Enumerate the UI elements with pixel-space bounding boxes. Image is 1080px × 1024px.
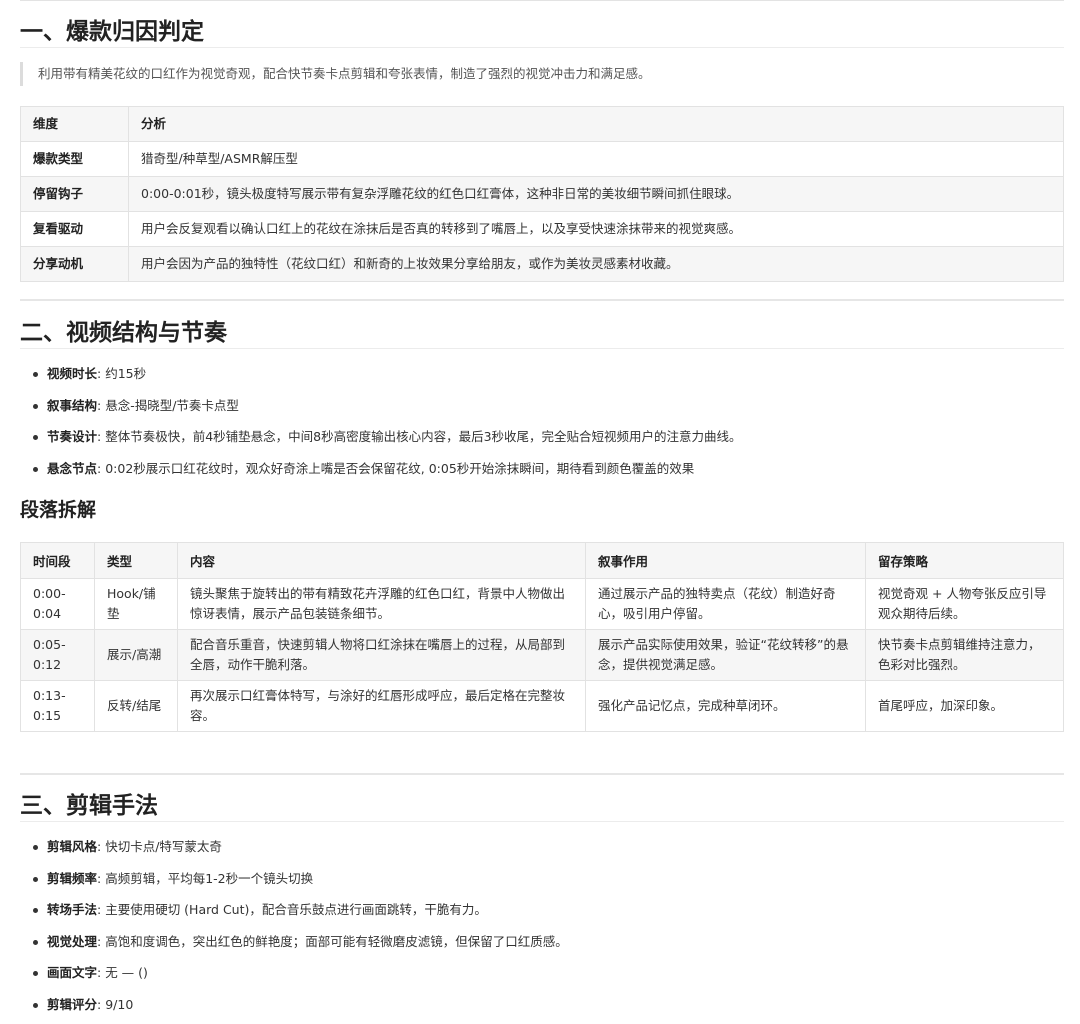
list-item: 视觉处理: 高饱和度调色，突出红色的鲜艳度；面部可能有轻微磨皮滤镜，但保留了口红…	[28, 930, 1058, 962]
table-header-cell: 时间段	[21, 543, 95, 579]
narrative-cell: 通过展示产品的独特卖点（花纹）制造好奇心，吸引用户停留。	[586, 579, 866, 630]
bullet-label: 视觉处理	[47, 934, 97, 949]
table-header-cell: 分析	[129, 107, 1064, 142]
bullet-text: : 约15秒	[97, 366, 146, 381]
content-cell: 再次展示口红膏体特写，与涂好的红唇形成呼应，最后定格在完整妆容。	[178, 681, 586, 732]
bullet-label: 剪辑风格	[47, 839, 97, 854]
section2-heading-rule	[20, 348, 1064, 349]
section3-heading: 三、剪辑手法	[20, 791, 158, 821]
bullet-text: : 无 — ()	[97, 965, 148, 980]
bullet-text: : 高频剪辑，平均每1-2秒一个镜头切换	[97, 871, 313, 886]
bullet-label: 剪辑评分	[47, 997, 97, 1012]
narrative-cell: 强化产品记忆点，完成种草闭环。	[586, 681, 866, 732]
bullet-text: : 主要使用硬切 (Hard Cut)，配合音乐鼓点进行画面跳转，干脆有力。	[97, 902, 487, 917]
table-header-cell: 维度	[21, 107, 129, 142]
dimension-cell: 分享动机	[21, 247, 129, 282]
dimension-cell: 复看驱动	[21, 212, 129, 247]
bullet-text: : 0:02秒展示口红花纹时，观众好奇涂上嘴是否会保留花纹, 0:05秒开始涂抹…	[97, 461, 694, 476]
list-item: 转场手法: 主要使用硬切 (Hard Cut)，配合音乐鼓点进行画面跳转，干脆有…	[28, 898, 1058, 930]
bullet-label: 叙事结构	[47, 398, 97, 413]
structure-bullet-list: 视频时长: 约15秒 叙事结构: 悬念-揭晓型/节奏卡点型 节奏设计: 整体节奏…	[28, 362, 1058, 488]
attribution-table: 维度 分析 爆款类型 猎奇型/种草型/ASMR解压型 停留钩子 0:00-0:0…	[20, 106, 1064, 282]
segment-table: 时间段 类型 内容 叙事作用 留存策略 0:00-0:04 Hook/铺垫 镜头…	[20, 542, 1064, 732]
time-cell: 0:00-0:04	[21, 579, 95, 630]
table-header-cell: 留存策略	[866, 543, 1064, 579]
dimension-cell: 停留钩子	[21, 177, 129, 212]
list-item: 节奏设计: 整体节奏极快，前4秒铺垫悬念，中间8秒高密度输出核心内容，最后3秒收…	[28, 425, 1058, 457]
list-item: 悬念节点: 0:02秒展示口红花纹时，观众好奇涂上嘴是否会保留花纹, 0:05秒…	[28, 457, 1058, 489]
table-row: 爆款类型 猎奇型/种草型/ASMR解压型	[21, 142, 1064, 177]
bullet-text: : 悬念-揭晓型/节奏卡点型	[97, 398, 239, 413]
table-row: 0:00-0:04 Hook/铺垫 镜头聚焦于旋转出的带有精致花卉浮雕的红色口红…	[21, 579, 1064, 630]
retention-cell: 视觉奇观 + 人物夸张反应引导观众期待后续。	[866, 579, 1064, 630]
table-header-cell: 叙事作用	[586, 543, 866, 579]
time-cell: 0:13-0:15	[21, 681, 95, 732]
section-divider	[20, 299, 1064, 301]
bullet-text: : 9/10	[97, 997, 133, 1012]
analysis-cell: 0:00-0:01秒，镜头极度特写展示带有复杂浮雕花纹的红色口红膏体，这种非日常…	[129, 177, 1064, 212]
section3-heading-rule	[20, 821, 1064, 822]
table-header-row: 维度 分析	[21, 107, 1064, 142]
editing-bullet-list: 剪辑风格: 快切卡点/特写蒙太奇 剪辑频率: 高频剪辑，平均每1-2秒一个镜头切…	[28, 835, 1058, 1024]
list-item: 剪辑风格: 快切卡点/特写蒙太奇	[28, 835, 1058, 867]
table-header-cell: 内容	[178, 543, 586, 579]
section-divider	[20, 773, 1064, 775]
section2-heading: 二、视频结构与节奏	[20, 318, 227, 348]
dimension-cell: 爆款类型	[21, 142, 129, 177]
table-row: 停留钩子 0:00-0:01秒，镜头极度特写展示带有复杂浮雕花纹的红色口红膏体，…	[21, 177, 1064, 212]
list-item: 视频时长: 约15秒	[28, 362, 1058, 394]
analysis-cell: 用户会反复观看以确认口红上的花纹在涂抹后是否真的转移到了嘴唇上，以及享受快速涂抹…	[129, 212, 1064, 247]
bullet-text: : 整体节奏极快，前4秒铺垫悬念，中间8秒高密度输出核心内容，最后3秒收尾，完全…	[97, 429, 742, 444]
type-cell: 展示/高潮	[95, 630, 178, 681]
bullet-label: 剪辑频率	[47, 871, 97, 886]
bullet-label: 节奏设计	[47, 429, 97, 444]
analysis-cell: 猎奇型/种草型/ASMR解压型	[129, 142, 1064, 177]
list-item: 剪辑频率: 高频剪辑，平均每1-2秒一个镜头切换	[28, 867, 1058, 899]
top-divider	[20, 0, 1064, 1]
bullet-label: 悬念节点	[47, 461, 97, 476]
list-item: 剪辑评分: 9/10	[28, 993, 1058, 1024]
content-cell: 配合音乐重音，快速剪辑人物将口红涂抹在嘴唇上的过程，从局部到全唇，动作干脆利落。	[178, 630, 586, 681]
content-cell: 镜头聚焦于旋转出的带有精致花卉浮雕的红色口红，背景中人物做出惊讶表情，展示产品包…	[178, 579, 586, 630]
type-cell: Hook/铺垫	[95, 579, 178, 630]
narrative-cell: 展示产品实际使用效果，验证“花纹转移”的悬念，提供视觉满足感。	[586, 630, 866, 681]
analysis-cell: 用户会因为产品的独特性（花纹口红）和新奇的上妆效果分享给朋友，或作为美妆灵感素材…	[129, 247, 1064, 282]
bullet-label: 视频时长	[47, 366, 97, 381]
table-header-cell: 类型	[95, 543, 178, 579]
bullet-text: : 高饱和度调色，突出红色的鲜艳度；面部可能有轻微磨皮滤镜，但保留了口红质感。	[97, 934, 568, 949]
bullet-label: 画面文字	[47, 965, 97, 980]
list-item: 画面文字: 无 — ()	[28, 961, 1058, 993]
table-header-row: 时间段 类型 内容 叙事作用 留存策略	[21, 543, 1064, 579]
table-row: 分享动机 用户会因为产品的独特性（花纹口红）和新奇的上妆效果分享给朋友，或作为美…	[21, 247, 1064, 282]
bullet-text: : 快切卡点/特写蒙太奇	[97, 839, 222, 854]
table-row: 复看驱动 用户会反复观看以确认口红上的花纹在涂抹后是否真的转移到了嘴唇上，以及享…	[21, 212, 1064, 247]
list-item: 叙事结构: 悬念-揭晓型/节奏卡点型	[28, 394, 1058, 426]
time-cell: 0:05-0:12	[21, 630, 95, 681]
table-row: 0:13-0:15 反转/结尾 再次展示口红膏体特写，与涂好的红唇形成呼应，最后…	[21, 681, 1064, 732]
segment-breakdown-heading: 段落拆解	[20, 497, 96, 523]
section1-heading-rule	[20, 47, 1064, 48]
attribution-quote: 利用带有精美花纹的口红作为视觉奇观，配合快节奏卡点剪辑和夸张表情，制造了强烈的视…	[20, 62, 1058, 86]
retention-cell: 首尾呼应，加深印象。	[866, 681, 1064, 732]
type-cell: 反转/结尾	[95, 681, 178, 732]
retention-cell: 快节奏卡点剪辑维持注意力，色彩对比强烈。	[866, 630, 1064, 681]
bullet-label: 转场手法	[47, 902, 97, 917]
table-row: 0:05-0:12 展示/高潮 配合音乐重音，快速剪辑人物将口红涂抹在嘴唇上的过…	[21, 630, 1064, 681]
section1-heading: 一、爆款归因判定	[20, 17, 204, 47]
